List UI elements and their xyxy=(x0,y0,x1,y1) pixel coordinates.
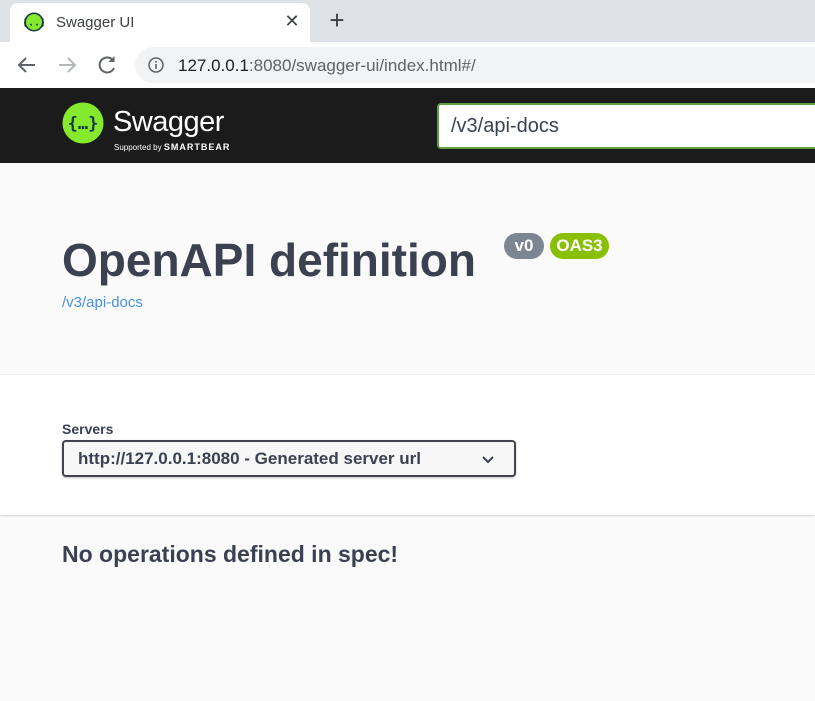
url-host: 127.0.0.1 xyxy=(178,56,249,75)
new-tab-icon[interactable]: + xyxy=(324,7,350,34)
smartbear-tagline: Supported by SMARTBEAR xyxy=(114,142,230,152)
selected-server: http://127.0.0.1:8080 - Generated server… xyxy=(78,449,421,468)
servers-select[interactable]: http://127.0.0.1:8080 - Generated server… xyxy=(62,440,516,477)
spec-url-link[interactable]: /v3/api-docs xyxy=(62,294,143,311)
back-arrow-icon[interactable] xyxy=(15,53,39,77)
url-text: 127.0.0.1:8080/swagger-ui/index.html#/ xyxy=(178,56,476,76)
address-bar[interactable]: 127.0.0.1:8080/swagger-ui/index.html#/ xyxy=(135,47,815,83)
swagger-topbar: {…} Swagger Supported by SMARTBEAR xyxy=(0,88,815,163)
servers-section: Servers http://127.0.0.1:8080 - Generate… xyxy=(0,374,815,515)
browser-tabstrip: {..} Swagger UI ✕ + xyxy=(0,0,815,42)
swagger-favicon-icon: {..} xyxy=(24,12,44,32)
page-title: OpenAPI definition xyxy=(62,234,476,286)
tagline-brand: SMARTBEAR xyxy=(163,142,231,152)
swagger-logo-icon[interactable]: {…} xyxy=(62,102,104,144)
close-tab-icon[interactable]: ✕ xyxy=(282,11,302,31)
browser-tab[interactable]: {..} Swagger UI ✕ xyxy=(10,3,310,42)
browser-toolbar: 127.0.0.1:8080/swagger-ui/index.html#/ xyxy=(0,42,815,88)
forward-arrow-icon[interactable] xyxy=(55,53,79,77)
servers-label: Servers xyxy=(62,421,114,437)
version-badge: v0 xyxy=(504,233,544,259)
tab-title: Swagger UI xyxy=(56,14,135,31)
no-operations-message: No operations defined in spec! xyxy=(62,541,399,567)
reload-icon[interactable] xyxy=(95,53,119,77)
url-path: :8080/swagger-ui/index.html#/ xyxy=(248,56,476,75)
api-url-input[interactable] xyxy=(437,103,815,149)
info-section: OpenAPI definition v0 OAS3 /v3/api-docs xyxy=(0,163,815,374)
site-info-icon[interactable] xyxy=(148,57,164,73)
swagger-logo-text: Swagger xyxy=(113,106,224,138)
oas-badge: OAS3 xyxy=(550,233,609,259)
tagline-prefix: Supported by xyxy=(114,143,162,152)
svg-text:{…}: {…} xyxy=(68,114,99,134)
svg-text:{..}: {..} xyxy=(24,18,44,29)
chevron-down-icon xyxy=(482,456,494,464)
